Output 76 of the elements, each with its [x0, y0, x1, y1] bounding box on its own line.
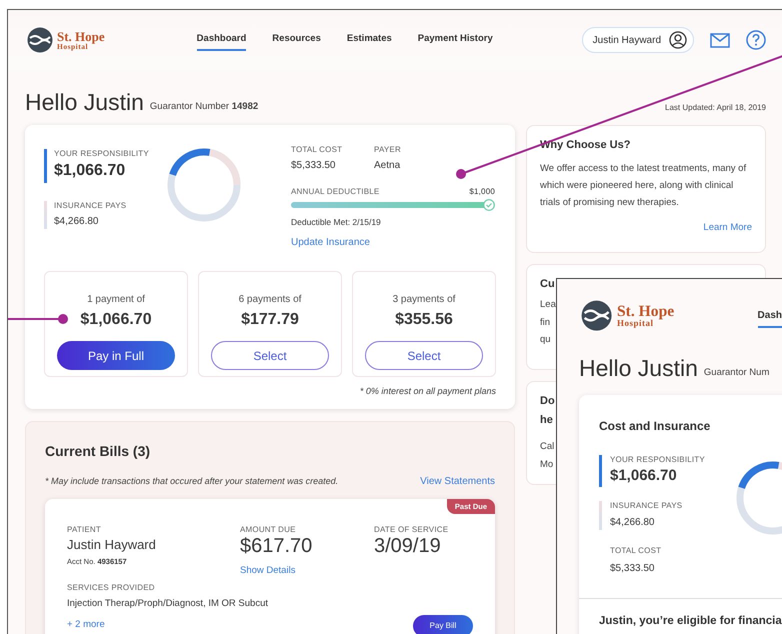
nav-tab[interactable]: Dash [758, 304, 782, 328]
label: INSURANCE PAYS [54, 200, 128, 210]
logo-name: St. Hope [616, 304, 674, 320]
value: $1,000 [469, 186, 495, 196]
user-name: Justin Hayward [592, 34, 661, 48]
payment-amount: $1,066.70 [80, 310, 152, 330]
payment-amount: $355.56 [395, 310, 453, 330]
update-insurance-link[interactable]: Update Insurance [291, 234, 370, 250]
value: Aetna [374, 158, 401, 173]
label: DATE OF SERVICE [374, 525, 448, 535]
page-title: Hello Justin [579, 357, 698, 380]
payment-caption: 3 payments of [392, 293, 456, 307]
select-button[interactable]: Select [211, 341, 329, 370]
card-text: Cal [540, 440, 554, 454]
section-title: Current Bills (3) [45, 442, 152, 461]
amount: $1,066.70 [610, 466, 678, 486]
label: SERVICES PROVIDED [67, 582, 156, 592]
logo-icon [581, 300, 612, 332]
pay-bill-button[interactable]: Pay Bill [413, 615, 473, 634]
nav-tab[interactable]: Payment History [418, 28, 493, 52]
amount: $5,333.50 [610, 562, 656, 576]
label: TOTAL COST [291, 145, 344, 155]
check-icon [483, 199, 495, 212]
label: TOTAL COST [610, 546, 662, 556]
card-title: Cu [540, 277, 555, 292]
card-title: he [540, 413, 553, 428]
amount: $4,266.80 [54, 215, 100, 230]
payment-caption: 6 payments of [238, 293, 302, 307]
value: $5,333.50 [291, 158, 336, 173]
annotation-pointer [8, 314, 68, 324]
user-menu-button[interactable]: Justin Hayward [582, 27, 694, 53]
card-text: Mo [540, 458, 554, 472]
nav-tab[interactable]: Resources [272, 28, 321, 52]
card-text: qu [540, 333, 551, 347]
user-icon [669, 31, 687, 49]
learn-more-link[interactable]: Learn More [540, 221, 752, 236]
label: ANNUAL DEDUCTIBLE [291, 186, 380, 196]
services-text: Injection Therap/Proph/Diagnost, IM OR Subcut [67, 597, 268, 612]
nav-tab[interactable]: Estimates [346, 28, 392, 52]
mail-icon[interactable] [710, 32, 730, 48]
pay-in-full-button[interactable]: Pay in Full [57, 341, 175, 370]
eligibility-text: Justin, you’re eligible for financia [579, 598, 782, 630]
guarantor-number: Guarantor Number 14982 [150, 100, 258, 114]
guarantor-number: Guarantor Num [704, 366, 770, 380]
label: AMOUNT DUE [240, 525, 297, 535]
label: YOUR RESPONSIBILITY [54, 149, 150, 159]
bills-note: * May include transactions that occured after your statement was created. [45, 474, 338, 488]
payment-amount: $177.79 [241, 310, 299, 330]
card-text: fin [540, 316, 550, 330]
amount-due: $617.70 [240, 534, 314, 557]
nav-tab[interactable]: Dashboard [196, 28, 246, 52]
card-text: Lea [540, 298, 556, 312]
page-title: Hello Justin [25, 91, 144, 114]
help-icon[interactable] [746, 30, 766, 50]
card-text: We offer access to the latest treatments, many of which were pioneered here, along with clinical trials of promising new therapies. [540, 162, 748, 210]
view-statements-link[interactable]: View Statements [420, 474, 495, 489]
amount: $1,066.70 [54, 160, 126, 181]
label: PAYER [374, 145, 401, 155]
logo-subtitle: Hospital [616, 319, 654, 328]
label: YOUR RESPONSIBILITY [610, 455, 706, 465]
payment-plan-note: * 0% interest on all payment plans [358, 385, 496, 398]
deductible-met-date: Deductible Met: 2/15/19 [291, 216, 382, 229]
card-title: Do [540, 394, 555, 409]
logo-icon [27, 27, 53, 53]
service-date: 3/09/19 [374, 534, 442, 557]
more-services-link[interactable]: + 2 more [67, 618, 105, 633]
select-button[interactable]: Select [365, 341, 483, 370]
amount: $4,266.80 [610, 516, 656, 530]
logo-name: St. Hope [57, 30, 105, 43]
card-title: Cost and Insurance [598, 418, 712, 435]
patient-name: Justin Hayward [67, 536, 157, 554]
payment-caption: 1 payment of [87, 293, 145, 307]
label: INSURANCE PAYS [610, 501, 684, 511]
show-details-link[interactable]: Show Details [240, 564, 296, 576]
label: PATIENT [67, 525, 102, 535]
last-updated: Last Updated: April 18, 2019 [665, 102, 766, 114]
